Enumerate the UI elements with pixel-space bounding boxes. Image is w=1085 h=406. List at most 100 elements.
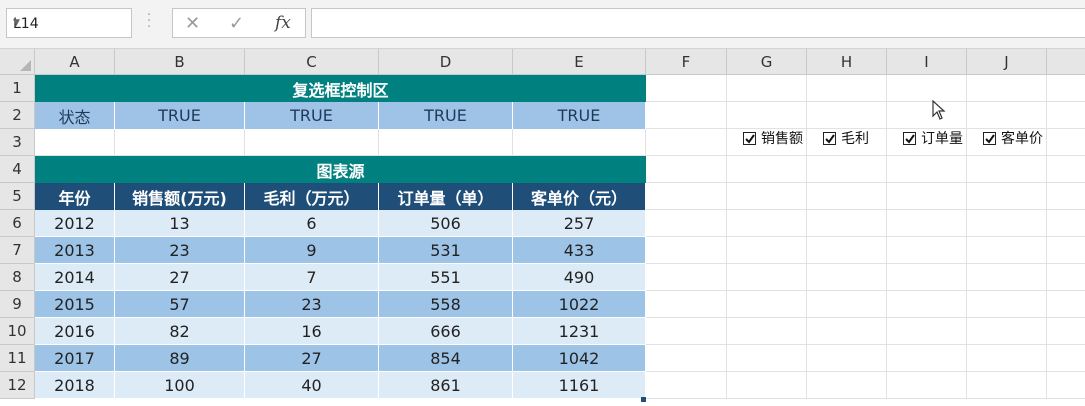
status-value-cell[interactable]: TRUE	[115, 102, 245, 129]
empty-cell[interactable]	[115, 129, 245, 156]
table-cell[interactable]: 666	[379, 318, 513, 345]
column-header-b[interactable]: B	[115, 49, 245, 75]
control-area-title[interactable]: 复选框控制区	[35, 75, 646, 102]
empty-cell[interactable]	[727, 210, 807, 237]
empty-cell[interactable]	[646, 210, 727, 237]
table-cell[interactable]: 506	[379, 210, 513, 237]
empty-cell[interactable]	[807, 318, 887, 345]
empty-cell[interactable]	[887, 237, 967, 264]
status-label-cell[interactable]: 状态	[35, 102, 115, 129]
empty-cell[interactable]	[727, 183, 807, 210]
table-cell[interactable]: 6	[245, 210, 379, 237]
empty-cell[interactable]	[1047, 210, 1085, 237]
drag-handle-icon[interactable]: · · ·	[147, 9, 151, 34]
row-header-1[interactable]: 1	[0, 75, 35, 102]
empty-cell[interactable]	[807, 372, 887, 399]
row-header-8[interactable]: 8	[0, 264, 35, 291]
empty-cell[interactable]	[807, 102, 887, 129]
empty-cell[interactable]	[727, 264, 807, 291]
empty-cell[interactable]	[1047, 318, 1085, 345]
table-cell[interactable]: 2017	[35, 345, 115, 372]
empty-cell[interactable]	[967, 75, 1047, 102]
empty-cell[interactable]	[1047, 183, 1085, 210]
chevron-down-icon[interactable]: ▼	[13, 18, 125, 28]
table-cell[interactable]: 57	[115, 291, 245, 318]
table-header-cell[interactable]: 销售额(万元)	[115, 183, 245, 210]
empty-cell[interactable]	[807, 345, 887, 372]
table-header-cell[interactable]: 毛利（万元）	[245, 183, 379, 210]
table-cell[interactable]: 2018	[35, 372, 115, 399]
table-cell[interactable]: 551	[379, 264, 513, 291]
empty-cell[interactable]	[807, 183, 887, 210]
table-cell[interactable]: 7	[245, 264, 379, 291]
table-cell[interactable]: 16	[245, 318, 379, 345]
insert-function-icon[interactable]: fx	[275, 13, 291, 33]
empty-cell[interactable]	[967, 210, 1047, 237]
table-header-cell[interactable]: 年份	[35, 183, 115, 210]
table-cell[interactable]: 531	[379, 237, 513, 264]
empty-cell[interactable]	[646, 345, 727, 372]
empty-cell[interactable]	[1047, 129, 1085, 156]
empty-cell[interactable]	[887, 318, 967, 345]
empty-cell[interactable]	[887, 156, 967, 183]
table-header-cell[interactable]: 订单量（单）	[379, 183, 513, 210]
column-header-k[interactable]	[1047, 49, 1085, 75]
table-cell[interactable]: 1022	[513, 291, 646, 318]
checkbox-3[interactable]: 客单价	[983, 129, 1043, 147]
empty-cell[interactable]	[887, 183, 967, 210]
table-cell[interactable]: 861	[379, 372, 513, 399]
chart-source-title[interactable]: 图表源	[35, 156, 646, 183]
table-cell[interactable]: 1042	[513, 345, 646, 372]
empty-cell[interactable]	[967, 156, 1047, 183]
table-cell[interactable]: 23	[115, 237, 245, 264]
table-cell[interactable]: 2015	[35, 291, 115, 318]
table-cell[interactable]: 1231	[513, 318, 646, 345]
row-header-9[interactable]: 9	[0, 291, 35, 318]
row-header-4[interactable]: 4	[0, 156, 35, 183]
empty-cell[interactable]	[646, 264, 727, 291]
row-header-7[interactable]: 7	[0, 237, 35, 264]
row-header-11[interactable]: 11	[0, 345, 35, 372]
checkbox-box[interactable]	[983, 131, 996, 145]
empty-cell[interactable]	[967, 264, 1047, 291]
empty-cell[interactable]	[646, 75, 727, 102]
select-all-corner[interactable]	[0, 49, 35, 75]
row-header-3[interactable]: 3	[0, 129, 35, 156]
table-cell[interactable]: 2014	[35, 264, 115, 291]
empty-cell[interactable]	[727, 102, 807, 129]
checkbox-1[interactable]: 毛利	[823, 129, 869, 147]
empty-cell[interactable]	[1047, 102, 1085, 129]
row-header-6[interactable]: 6	[0, 210, 35, 237]
table-cell[interactable]: 2012	[35, 210, 115, 237]
column-header-f[interactable]: F	[646, 49, 727, 75]
empty-cell[interactable]	[646, 318, 727, 345]
empty-cell[interactable]	[967, 183, 1047, 210]
empty-cell[interactable]	[887, 75, 967, 102]
column-header-i[interactable]: I	[887, 49, 967, 75]
column-header-h[interactable]: H	[807, 49, 887, 75]
empty-cell[interactable]	[967, 345, 1047, 372]
empty-cell[interactable]	[967, 237, 1047, 264]
empty-cell[interactable]	[646, 156, 727, 183]
empty-cell[interactable]	[727, 156, 807, 183]
column-header-d[interactable]: D	[379, 49, 513, 75]
table-cell[interactable]: 257	[513, 210, 646, 237]
row-header-10[interactable]: 10	[0, 318, 35, 345]
empty-cell[interactable]	[807, 156, 887, 183]
column-header-j[interactable]: J	[967, 49, 1047, 75]
checkbox-0[interactable]: 销售额	[743, 129, 803, 147]
empty-cell[interactable]	[1047, 345, 1085, 372]
empty-cell[interactable]	[1047, 237, 1085, 264]
status-value-cell[interactable]: TRUE	[245, 102, 379, 129]
empty-cell[interactable]	[646, 237, 727, 264]
row-header-12[interactable]: 12	[0, 372, 35, 399]
table-cell[interactable]: 433	[513, 237, 646, 264]
empty-cell[interactable]	[646, 129, 727, 156]
empty-cell[interactable]	[727, 345, 807, 372]
empty-cell[interactable]	[1047, 75, 1085, 102]
empty-cell[interactable]	[967, 102, 1047, 129]
column-header-e[interactable]: E	[513, 49, 646, 75]
table-cell[interactable]: 1161	[513, 372, 646, 399]
empty-cell[interactable]	[1047, 372, 1085, 399]
table-cell[interactable]: 23	[245, 291, 379, 318]
